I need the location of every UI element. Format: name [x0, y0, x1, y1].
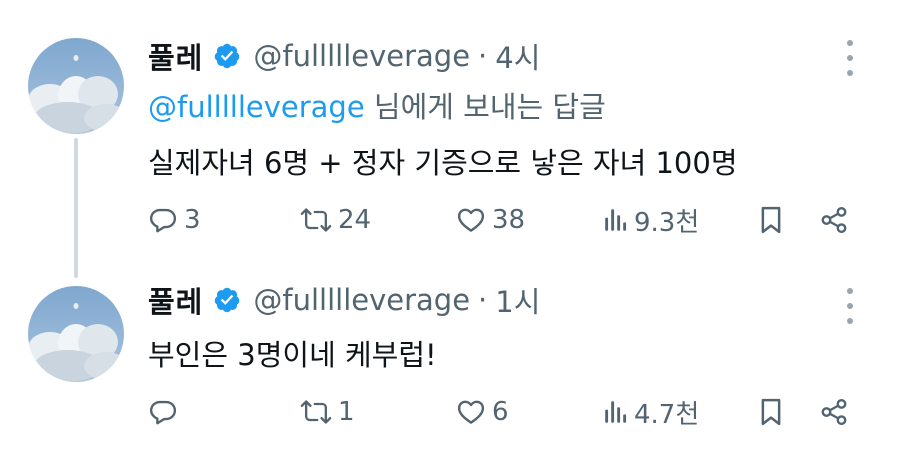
reply-context: @fullllleverage 님에게 보내는 답글 [148, 84, 606, 126]
share-icon [821, 206, 847, 234]
tweet[interactable]: 풀레 @fullllleverage · 1시 부인은 3명이네 케부럽! 1 [0, 262, 900, 466]
reply-button[interactable]: 3 [148, 198, 201, 242]
reply-button[interactable] [148, 390, 184, 434]
like-button[interactable]: 38 [456, 198, 525, 242]
tweet-header: 풀레 @fullllleverage · 1시 [148, 280, 540, 320]
tweet-text: 실제자녀 6명 + 정자 기증으로 낳은 자녀 100명 [148, 146, 738, 180]
more-icon[interactable] [844, 288, 856, 324]
author-handle[interactable]: @fullllleverage [253, 283, 470, 317]
views-button[interactable]: 9.3천 [604, 198, 699, 242]
reply-context-label: 님에게 보내는 답글 [364, 90, 606, 124]
action-bar: 1 6 4.7천 [148, 390, 860, 434]
more-icon[interactable] [844, 40, 856, 76]
bookmark-button[interactable] [758, 198, 784, 242]
separator-dot: · [478, 39, 488, 73]
views-count: 4.7천 [634, 399, 700, 430]
like-count: 6 [492, 397, 509, 427]
author-name[interactable]: 풀레 [148, 35, 203, 77]
retweet-count: 24 [338, 205, 372, 235]
like-icon [457, 208, 485, 232]
views-count: 9.3천 [634, 207, 700, 238]
retweet-icon [300, 208, 332, 232]
bookmark-icon [761, 206, 781, 234]
action-bar: 3 24 38 9.3천 [148, 198, 860, 242]
avatar[interactable] [28, 38, 124, 134]
like-count: 38 [492, 205, 526, 235]
retweet-button[interactable]: 24 [300, 198, 371, 242]
retweet-button[interactable]: 1 [300, 390, 355, 434]
like-icon [457, 400, 485, 424]
reply-icon [149, 208, 177, 233]
share-button[interactable] [818, 198, 850, 242]
mention-link[interactable]: @fullllleverage [148, 90, 365, 124]
reply-count: 3 [184, 205, 201, 235]
views-icon [605, 401, 627, 423]
retweet-count: 1 [338, 397, 355, 427]
timestamp[interactable]: 1시 [495, 279, 540, 321]
author-name[interactable]: 풀레 [148, 279, 203, 321]
author-handle[interactable]: @fullllleverage [253, 39, 470, 73]
share-button[interactable] [818, 390, 850, 434]
bookmark-button[interactable] [758, 390, 784, 434]
timestamp[interactable]: 4시 [495, 35, 540, 77]
retweet-icon [300, 400, 332, 424]
reply-icon [149, 400, 177, 425]
like-button[interactable]: 6 [456, 390, 509, 434]
separator-dot: · [478, 283, 488, 317]
tweet-text: 부인은 3명이네 케부럽! [148, 338, 437, 372]
share-icon [821, 398, 847, 426]
avatar[interactable] [28, 286, 124, 382]
tweet-header: 풀레 @fullllleverage · 4시 [148, 36, 540, 76]
verified-badge-icon [215, 43, 240, 69]
views-icon [605, 209, 627, 231]
views-button[interactable]: 4.7천 [604, 390, 699, 434]
bookmark-icon [761, 398, 781, 426]
tweet[interactable]: 풀레 @fullllleverage · 4시 @fullllleverage … [0, 0, 900, 262]
verified-badge-icon [215, 287, 240, 313]
